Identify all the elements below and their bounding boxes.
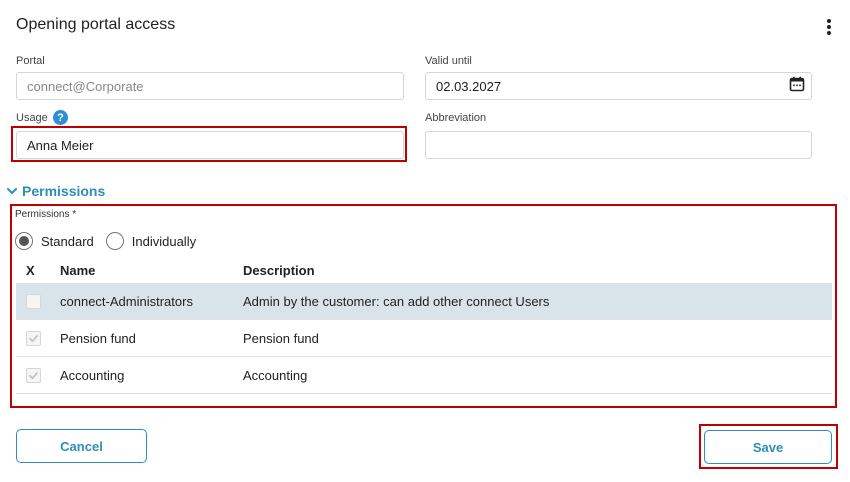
row-description: Accounting bbox=[243, 367, 308, 383]
table-row[interactable]: Pension fund Pension fund bbox=[16, 320, 832, 357]
chevron-down-icon bbox=[7, 188, 17, 194]
portal-input[interactable] bbox=[16, 72, 404, 100]
permissions-field-label: Permissions * bbox=[15, 209, 77, 220]
column-header-x[interactable]: X bbox=[16, 263, 60, 278]
table-row[interactable]: Accounting Accounting bbox=[16, 357, 832, 394]
radio-standard-label[interactable]: Standard bbox=[41, 234, 94, 249]
column-header-description[interactable]: Description bbox=[243, 263, 832, 278]
row-checkbox[interactable] bbox=[26, 367, 41, 383]
save-button[interactable]: Save bbox=[704, 430, 832, 464]
table-row[interactable]: connect-Administrators Admin by the cust… bbox=[16, 283, 832, 320]
calendar-icon[interactable] bbox=[789, 76, 805, 92]
row-description: Admin by the customer: can add other con… bbox=[243, 293, 550, 309]
kebab-menu-icon[interactable] bbox=[824, 17, 834, 37]
check-icon bbox=[29, 334, 38, 342]
radio-individually[interactable] bbox=[105, 232, 124, 250]
radio-standard[interactable] bbox=[15, 232, 33, 250]
permissions-section-toggle[interactable]: Permissions bbox=[6, 183, 105, 199]
check-icon bbox=[29, 371, 38, 379]
portal-label: Portal bbox=[16, 55, 45, 67]
abbreviation-label: Abbreviation bbox=[425, 112, 487, 124]
permissions-section-title: Permissions bbox=[22, 183, 106, 199]
row-description: Pension fund bbox=[243, 330, 319, 346]
permissions-table: X Name Description connect-Administrator… bbox=[16, 257, 832, 394]
row-checkbox[interactable] bbox=[26, 293, 41, 309]
page-title: Opening portal access bbox=[16, 16, 176, 33]
permissions-mode-radio-group: Standard Individually bbox=[15, 232, 208, 250]
table-header: X Name Description bbox=[16, 257, 832, 283]
row-name: Accounting bbox=[60, 367, 125, 383]
abbreviation-input[interactable] bbox=[425, 131, 812, 159]
usage-label: Usage bbox=[16, 112, 48, 124]
column-header-name[interactable]: Name bbox=[60, 263, 243, 278]
row-name: Pension fund bbox=[60, 330, 136, 346]
row-name: connect-Administrators bbox=[60, 293, 193, 309]
radio-individually-label[interactable]: Individually bbox=[132, 234, 196, 249]
valid-until-label: Valid until bbox=[425, 55, 472, 67]
help-icon[interactable]: ? bbox=[53, 110, 68, 125]
valid-until-input[interactable] bbox=[425, 72, 812, 100]
cancel-button[interactable]: Cancel bbox=[16, 429, 147, 463]
row-checkbox[interactable] bbox=[26, 330, 41, 346]
usage-input[interactable] bbox=[16, 131, 404, 159]
